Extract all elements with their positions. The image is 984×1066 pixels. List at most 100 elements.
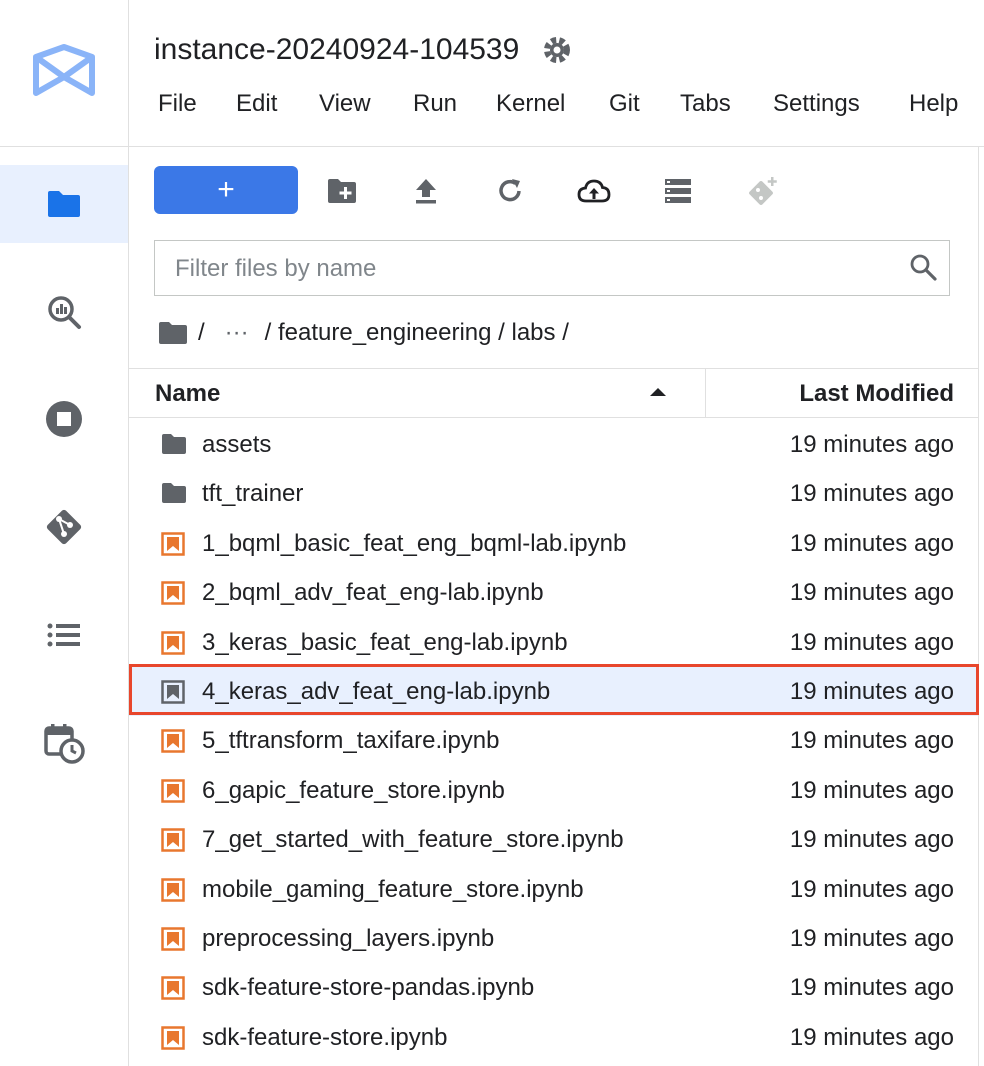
sidebar-item-scheduler[interactable] [0, 704, 128, 782]
sidebar-item-file-browser[interactable] [0, 165, 128, 243]
storage-icon [665, 179, 691, 203]
menu-git[interactable]: Git [609, 90, 640, 118]
cloud-upload-button[interactable] [577, 174, 611, 208]
sidebar-item-bigquery[interactable] [0, 273, 128, 351]
menu-edit[interactable]: Edit [236, 90, 277, 118]
menu-run[interactable]: Run [413, 90, 457, 118]
file-last-modified: 19 minutes ago [789, 579, 954, 607]
breadcrumb-ellipsis[interactable]: ··· [225, 319, 249, 347]
notebook-icon [161, 630, 187, 655]
column-header-name[interactable]: Name [155, 380, 220, 408]
file-name: 4_keras_adv_feat_eng-lab.ipynb [202, 677, 551, 705]
stop-circle-icon [46, 401, 82, 437]
menu-tabs[interactable]: Tabs [680, 90, 731, 118]
upload-button[interactable] [409, 174, 443, 208]
file-last-modified: 19 minutes ago [789, 924, 954, 952]
list-icon [47, 623, 80, 647]
left-sidebar [0, 147, 129, 1066]
folder-icon [48, 191, 80, 217]
search-icon[interactable] [909, 253, 937, 281]
file-name: tft_trainer [202, 480, 304, 508]
menu-kernel[interactable]: Kernel [496, 90, 565, 118]
breadcrumb-path[interactable]: / feature_engineering / labs / [265, 319, 569, 347]
file-name: 7_get_started_with_feature_store.ipynb [202, 826, 624, 854]
jupyterlab-logo-icon [33, 44, 95, 96]
notebook-icon [161, 828, 187, 852]
file-last-modified: 19 minutes ago [789, 480, 954, 508]
new-folder-button[interactable] [325, 174, 359, 208]
file-last-modified: 19 minutes ago [789, 974, 954, 1002]
new-folder-icon [328, 179, 356, 203]
git-icon [46, 509, 82, 545]
notebook-icon [161, 927, 187, 951]
git-clone-icon [749, 177, 777, 205]
new-launcher-button[interactable]: + [154, 166, 298, 214]
filter-box [154, 240, 950, 296]
notebook-icon [161, 532, 187, 556]
file-row[interactable]: assets 19 minutes ago [129, 420, 978, 469]
file-row[interactable]: 5_tftransform_taxifare.ipynb 19 minutes a… [129, 716, 978, 765]
file-row[interactable]: tft_trainer 19 minutes ago [129, 469, 978, 518]
file-name: assets [202, 431, 272, 458]
file-row[interactable]: 2_bqml_adv_feat_eng-lab.ipynb 19 minutes … [129, 568, 978, 617]
file-last-modified: 19 minutes ago [789, 628, 954, 656]
breadcrumb-separator: / [198, 319, 205, 346]
notebook-icon [161, 976, 187, 1001]
file-last-modified: 19 minutes ago [789, 529, 954, 557]
file-last-modified: 19 minutes ago [789, 776, 954, 804]
column-divider[interactable] [705, 369, 706, 417]
instance-title: instance-20240924-104539 [154, 33, 520, 66]
file-row[interactable]: 4_keras_adv_feat_eng-lab.ipynb 19 minutes… [129, 666, 978, 717]
file-last-modified: 19 minutes ago [789, 431, 954, 458]
file-last-modified: 19 minutes ago [789, 677, 954, 705]
notebook-icon [161, 680, 187, 704]
file-row[interactable]: 7_get_started_with_feature_store.ipynb 19… [129, 815, 978, 864]
git-clone-button[interactable] [745, 174, 779, 208]
menu-settings[interactable]: Settings [773, 90, 860, 118]
file-name: 5_tftransform_taxifare.ipynb [202, 727, 500, 755]
sort-ascending-icon[interactable] [649, 387, 667, 397]
title-row: instance-20240924-104539 [154, 28, 571, 72]
file-name: 1_bqml_basic_feat_eng_bqml-lab.ipynb [202, 529, 627, 557]
menu-help[interactable]: Help [909, 90, 958, 118]
header: instance-20240924-104539 File Edit View … [129, 0, 984, 147]
sidebar-item-running[interactable] [0, 380, 128, 458]
notebook-icon [161, 581, 187, 605]
folder-home-icon[interactable] [158, 321, 188, 345]
file-row[interactable]: 6_gapic_feature_store.ipynb 19 minutes ag… [129, 766, 978, 815]
file-list: assets 19 minutes ago tft_trainer 19 minute… [129, 420, 978, 1062]
bigquery-search-icon [48, 296, 81, 329]
refresh-button[interactable] [493, 174, 527, 208]
folder-icon [161, 482, 187, 506]
file-last-modified: 19 minutes ago [789, 727, 954, 755]
storage-button[interactable] [661, 174, 695, 208]
upload-icon [416, 179, 436, 204]
filter-files-input[interactable] [173, 241, 877, 296]
sidebar-item-git[interactable] [0, 488, 128, 566]
file-name: sdk-feature-store.ipynb [202, 1023, 448, 1051]
notebook-icon [161, 1025, 187, 1050]
sidebar-item-table-of-contents[interactable] [0, 596, 128, 674]
file-name: 6_gapic_feature_store.ipynb [202, 776, 505, 804]
file-name: 2_bqml_adv_feat_eng-lab.ipynb [202, 579, 544, 607]
file-name: mobile_gaming_feature_store.ipynb [202, 875, 584, 903]
refresh-icon [499, 179, 521, 202]
breadcrumb: / ··· / feature_engineering / labs / [158, 313, 579, 353]
file-last-modified: 19 minutes ago [789, 1023, 954, 1051]
logo-area [0, 0, 129, 147]
menu-file[interactable]: File [158, 90, 197, 118]
file-row[interactable]: mobile_gaming_feature_store.ipynb 19 minu… [129, 865, 978, 914]
file-browser-toolbar: + [129, 147, 984, 227]
column-header-last-modified[interactable]: Last Modified [799, 380, 954, 408]
file-row[interactable]: 1_bqml_basic_feat_eng_bqml-lab.ipynb 19 m… [129, 519, 978, 568]
file-row[interactable]: sdk-feature-store.ipynb 19 minutes ago [129, 1013, 978, 1062]
menu-view[interactable]: View [319, 90, 371, 118]
panel-right-border [978, 147, 979, 1066]
file-row[interactable]: 3_keras_basic_feat_eng-lab.ipynb 19 minut… [129, 618, 978, 667]
file-name: preprocessing_layers.ipynb [202, 924, 495, 952]
notebook-icon [161, 729, 187, 754]
file-row[interactable]: preprocessing_layers.ipynb 19 minutes ago [129, 914, 978, 963]
gear-icon[interactable] [543, 36, 571, 64]
calendar-clock-icon [44, 724, 85, 764]
file-row[interactable]: sdk-feature-store-pandas.ipynb 19 minutes… [129, 963, 978, 1012]
